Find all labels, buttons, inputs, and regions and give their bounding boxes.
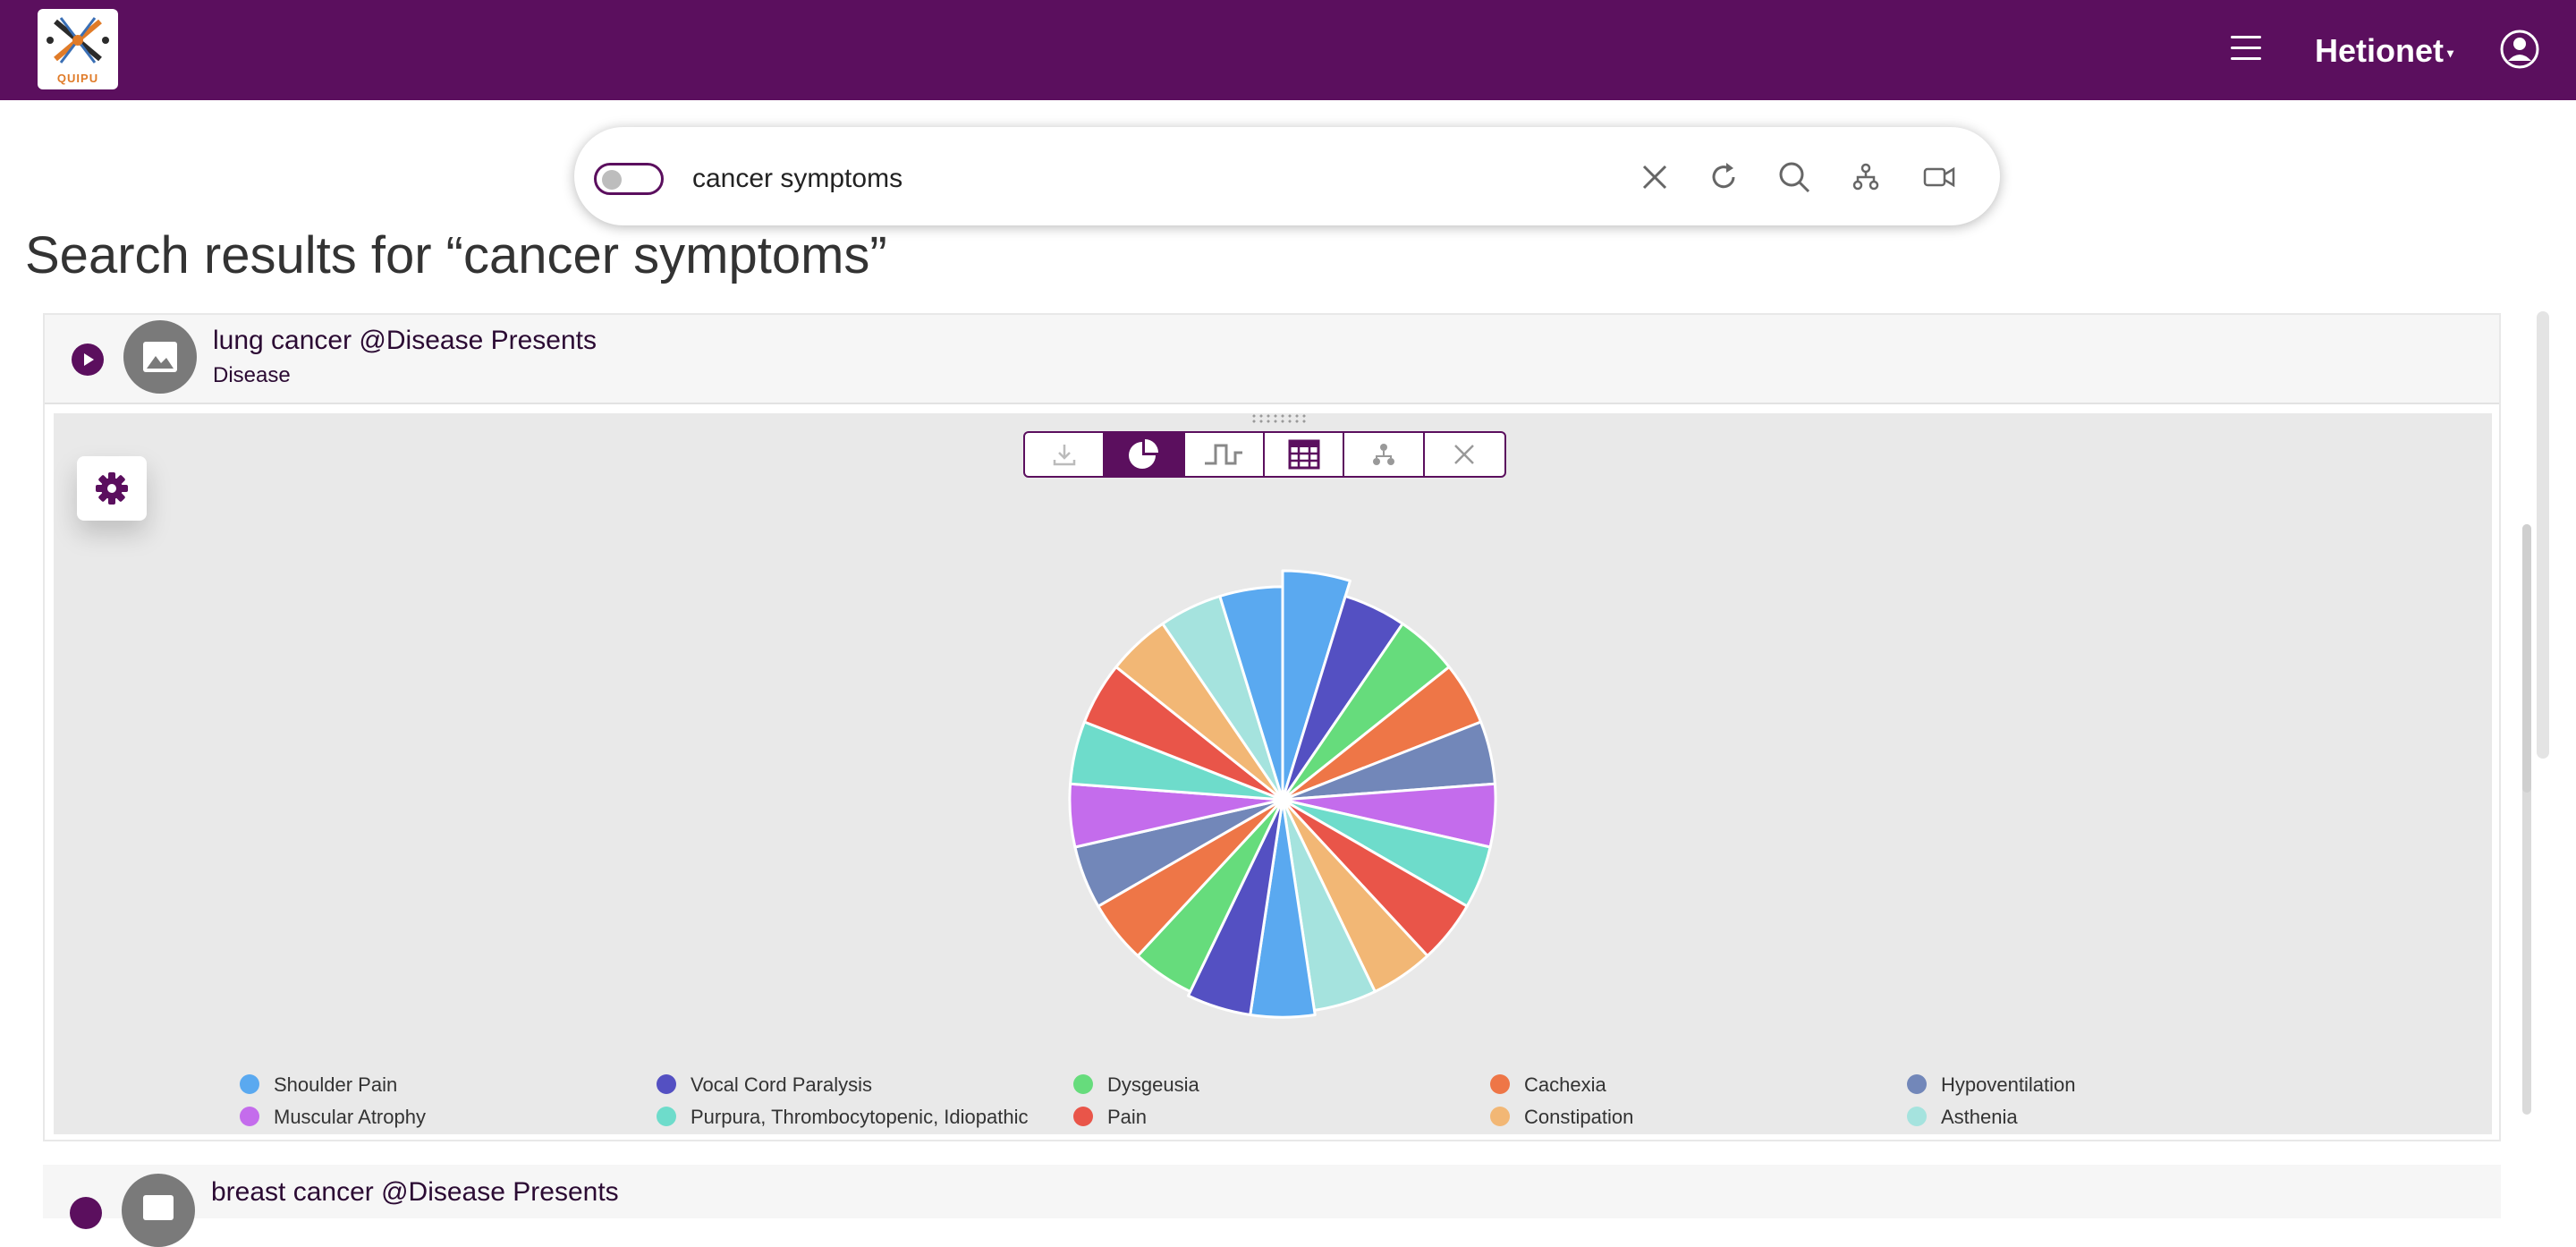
video-icon[interactable]: [1919, 157, 1959, 197]
close-view-button[interactable]: [1425, 433, 1504, 476]
chart-legend: Shoulder Pain Vocal Cord Paralysis Dysgeus…: [240, 1073, 2297, 1136]
legend-label: Constipation: [1524, 1106, 1634, 1128]
result-card: lung cancer @Disease Presents Disease Sh…: [43, 313, 2531, 1141]
logo-text: QUIPU: [56, 72, 99, 85]
panel-scrollbar[interactable]: [2522, 524, 2531, 1115]
legend-item[interactable]: Shoulder Pain: [240, 1073, 397, 1100]
gear-icon: [96, 472, 128, 505]
legend-label: Dysgeusia: [1107, 1073, 1199, 1096]
download-icon: [1053, 445, 1075, 466]
top-navbar: QUIPU Hetionet ▾: [0, 0, 2576, 100]
legend-label: Hypoventilation: [1941, 1073, 2076, 1096]
legend-swatch: [657, 1107, 676, 1127]
legend-item[interactable]: Dysgeusia: [1073, 1073, 1199, 1100]
legend-swatch: [657, 1074, 676, 1095]
legend-item[interactable]: Asthenia: [1907, 1106, 2018, 1132]
table-view-button[interactable]: [1265, 433, 1345, 476]
result-type: Disease: [213, 363, 291, 387]
legend-swatch: [1907, 1107, 1927, 1127]
visualization-panel: Shoulder Pain Vocal Cord Paralysis Dysgeus…: [54, 413, 2531, 1136]
legend-item[interactable]: Cachexia: [1490, 1073, 1606, 1100]
legend-item[interactable]: Purpura, Thrombocytopenic, Idiopathic: [657, 1106, 1028, 1132]
search-icon[interactable]: [1775, 157, 1814, 197]
legend-swatch: [240, 1074, 259, 1095]
table-icon: [1288, 439, 1320, 470]
legend-item[interactable]: Hypoventilation: [1907, 1073, 2075, 1100]
play-icon[interactable]: [72, 344, 104, 376]
step-view-button[interactable]: [1185, 433, 1265, 476]
search-input[interactable]: [691, 156, 1249, 202]
caret-down-icon: ▾: [2447, 45, 2454, 60]
close-icon: [1454, 445, 1475, 464]
image-placeholder-icon: [143, 342, 177, 372]
legend-swatch: [1490, 1074, 1510, 1095]
legend-label: Cachexia: [1524, 1073, 1606, 1096]
legend-swatch: [1490, 1107, 1510, 1127]
graph-selector[interactable]: Hetionet ▾: [2315, 32, 2453, 70]
result-card[interactable]: breast cancer @Disease Presents: [43, 1165, 2501, 1247]
toggle-knob: [602, 170, 622, 190]
quipu-logo-icon: [47, 17, 109, 64]
polar-area-chart: [1068, 569, 1497, 1019]
pie-chart-icon: [1128, 439, 1158, 469]
result-thumbnail: [123, 320, 197, 394]
app-logo[interactable]: QUIPU: [38, 9, 118, 89]
settings-button[interactable]: [77, 456, 147, 521]
legend-item[interactable]: Constipation: [1490, 1106, 1633, 1132]
menu-icon[interactable]: [2231, 36, 2261, 63]
user-account-icon[interactable]: [2499, 29, 2540, 70]
legend-swatch: [1073, 1107, 1093, 1127]
graph-name-label: Hetionet: [2315, 32, 2444, 69]
result-title[interactable]: breast cancer @Disease Presents: [211, 1177, 619, 1208]
legend-label: Pain: [1107, 1106, 1148, 1128]
search-bar: [574, 127, 2000, 225]
search-mode-toggle[interactable]: [594, 163, 664, 195]
legend-item[interactable]: Muscular Atrophy: [240, 1106, 426, 1132]
play-icon[interactable]: [70, 1197, 102, 1229]
page-scrollbar[interactable]: [2537, 311, 2549, 759]
visualization-toolbar: [1023, 431, 1506, 478]
graph-view-button[interactable]: [1344, 433, 1425, 476]
legend-swatch: [1907, 1074, 1927, 1095]
legend-label: Muscular Atrophy: [274, 1106, 426, 1128]
legend-item[interactable]: Pain: [1073, 1106, 1147, 1132]
pie-view-button[interactable]: [1105, 433, 1185, 476]
download-button[interactable]: [1025, 433, 1106, 476]
graph-icon: [1372, 444, 1394, 465]
legend-label: Shoulder Pain: [274, 1073, 398, 1096]
clear-search-icon[interactable]: [1635, 157, 1674, 197]
legend-label: Purpura, Thrombocytopenic, Idiopathic: [691, 1106, 1029, 1128]
result-header[interactable]: lung cancer @Disease Presents Disease: [45, 315, 2499, 404]
result-title[interactable]: lung cancer @Disease Presents: [213, 326, 597, 356]
resize-handle[interactable]: [1250, 413, 1308, 424]
page-title: Search results for “cancer symptoms”: [25, 226, 887, 284]
panel-scrollbar-thumb[interactable]: [2522, 524, 2531, 793]
legend-swatch: [1073, 1074, 1093, 1095]
legend-label: Asthenia: [1941, 1106, 2018, 1128]
graph-icon[interactable]: [1846, 157, 1885, 197]
legend-label: Vocal Cord Paralysis: [691, 1073, 872, 1096]
legend-swatch: [240, 1107, 259, 1127]
result-thumbnail: [122, 1174, 195, 1247]
refresh-icon[interactable]: [1705, 157, 1744, 197]
legend-item[interactable]: Vocal Cord Paralysis: [657, 1073, 872, 1100]
step-chart-icon: [1205, 444, 1243, 465]
